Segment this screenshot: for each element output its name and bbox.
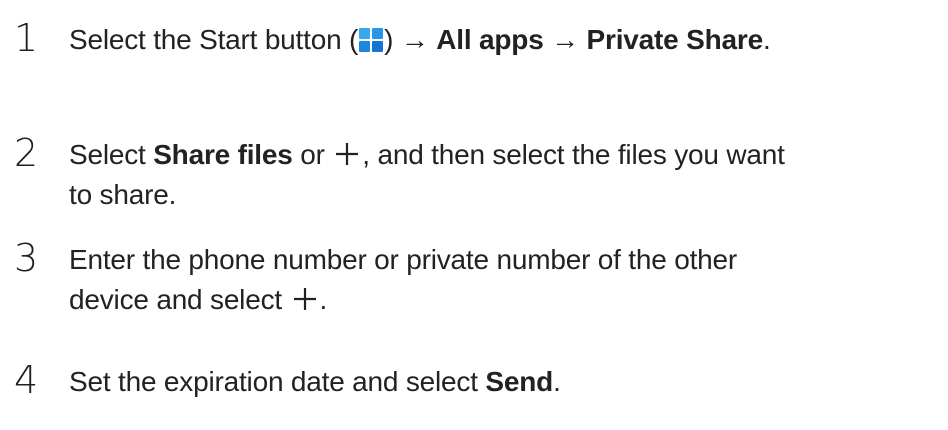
step-text: Set the expiration date and select Send. [69, 366, 561, 397]
step-number: 1 [14, 16, 39, 60]
all-apps-label: All apps [436, 24, 544, 55]
step-number: 3 [14, 236, 39, 280]
share-files-label: Share files [153, 139, 293, 170]
step-number: 2 [14, 131, 39, 175]
step-text: Enter the phone number or private number… [69, 244, 738, 315]
private-share-label: Private Share [586, 24, 764, 55]
plus-icon [336, 143, 359, 165]
step-number: 4 [14, 358, 39, 402]
plus-icon [293, 288, 316, 310]
windows-start-icon [358, 27, 384, 53]
send-label: Send [485, 366, 554, 397]
step-text: Select the Start button () → All apps → … [69, 24, 771, 55]
step-text: Select Share files or , and then select … [69, 139, 785, 210]
